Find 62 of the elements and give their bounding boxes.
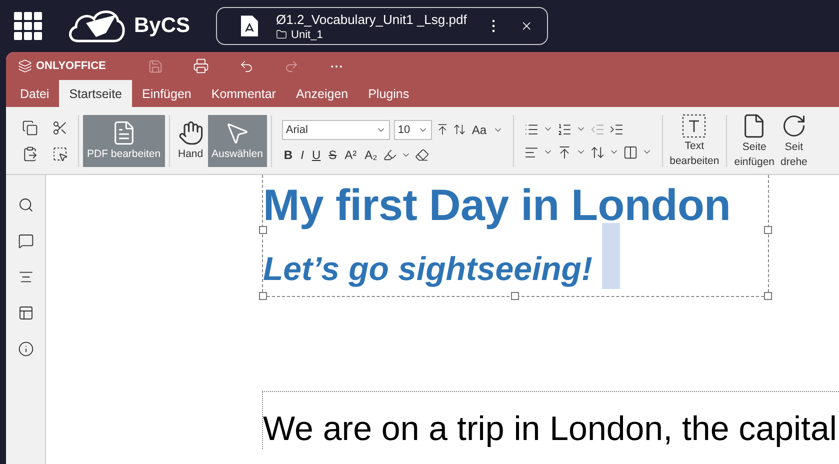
text-box-icon (682, 114, 706, 138)
columns-icon[interactable] (622, 144, 638, 160)
headings-icon[interactable] (18, 269, 34, 285)
ribbon-tab[interactable]: Kommentar (201, 80, 286, 107)
cut-icon[interactable] (52, 120, 68, 136)
info-icon[interactable] (18, 341, 34, 357)
indent-increase-icon[interactable] (608, 122, 624, 136)
format-button[interactable]: U (310, 148, 323, 162)
change-case-button[interactable]: Aa (470, 122, 489, 136)
brand-logo-text: ByCS (134, 14, 190, 38)
format-button[interactable]: A² (342, 148, 359, 162)
vertical-align-icon[interactable] (556, 144, 572, 160)
hand-button[interactable]: Hand (174, 114, 208, 166)
layers-logo-icon[interactable] (18, 59, 32, 73)
document-title: My first Day in London (263, 181, 732, 231)
ribbon-tab[interactable]: Startseite (59, 80, 132, 107)
text-cursor (602, 223, 620, 289)
comment-icon[interactable] (18, 233, 34, 249)
rotate-icon[interactable] (780, 112, 807, 139)
app-brand: ONLYOFFICE (36, 60, 106, 72)
apps-grid-icon[interactable] (14, 12, 42, 40)
copy-icon[interactable] (22, 120, 38, 136)
align-left-icon[interactable] (524, 144, 539, 160)
insert-page-button[interactable]: Seite einfügen (731, 112, 778, 168)
resize-handle[interactable] (259, 226, 267, 234)
hand-icon[interactable] (178, 120, 204, 146)
text-edit-button[interactable]: Text bearbeiten (666, 114, 722, 168)
paste-icon[interactable] (22, 146, 38, 162)
folder-icon[interactable] (276, 29, 288, 40)
resize-handle[interactable] (764, 226, 772, 234)
format-button[interactable]: I (298, 148, 306, 162)
pdf-button[interactable]: PDF bearbeiten (83, 114, 165, 166)
ribbon-tab[interactable]: Einfügen (132, 80, 202, 107)
font-size-select[interactable]: 10 (394, 120, 432, 140)
numbered-list-icon[interactable] (556, 122, 572, 136)
select-button[interactable]: Auswählen (208, 114, 267, 166)
eraser-icon[interactable] (415, 148, 430, 162)
search-icon[interactable] (18, 197, 34, 213)
file-tab[interactable]: Ø1.2_Vocabulary_Unit1 _Lsg.pdf Unit_1 (216, 7, 548, 45)
highlighter-icon[interactable] (383, 148, 398, 162)
ribbon-tab[interactable]: Plugins (358, 80, 420, 107)
thumbnails-icon[interactable] (18, 305, 34, 321)
file-name: Ø1.2_Vocabulary_Unit1 _Lsg.pdf (276, 12, 467, 26)
folder-name: Unit_1 (291, 28, 323, 40)
line-spacing-icon[interactable] (590, 144, 605, 160)
format-button[interactable]: A₂ (362, 148, 380, 162)
body-text: We are on a trip in London, the capital (263, 410, 838, 449)
font-select[interactable]: Arial (282, 120, 390, 140)
undo-icon[interactable] (238, 58, 254, 74)
pdf-file-icon (241, 15, 258, 37)
resize-handle[interactable] (764, 292, 772, 300)
resize-handle[interactable] (259, 292, 267, 300)
ribbon-tab[interactable]: Datei (10, 80, 60, 107)
text-frame[interactable]: My first Day in London Let’s go sightseeing! (262, 175, 769, 297)
print-icon[interactable] (192, 58, 209, 74)
select-area-icon[interactable] (52, 146, 68, 162)
rotate-page-button[interactable]: Seit drehe (778, 112, 810, 168)
format-button[interactable]: S (326, 148, 339, 162)
document-subtitle: Let’s go sightseeing! (263, 250, 592, 288)
format-button[interactable]: B (282, 148, 295, 162)
resize-handle[interactable] (511, 292, 519, 300)
ribbon-tab[interactable]: Anzeigen (286, 80, 358, 107)
